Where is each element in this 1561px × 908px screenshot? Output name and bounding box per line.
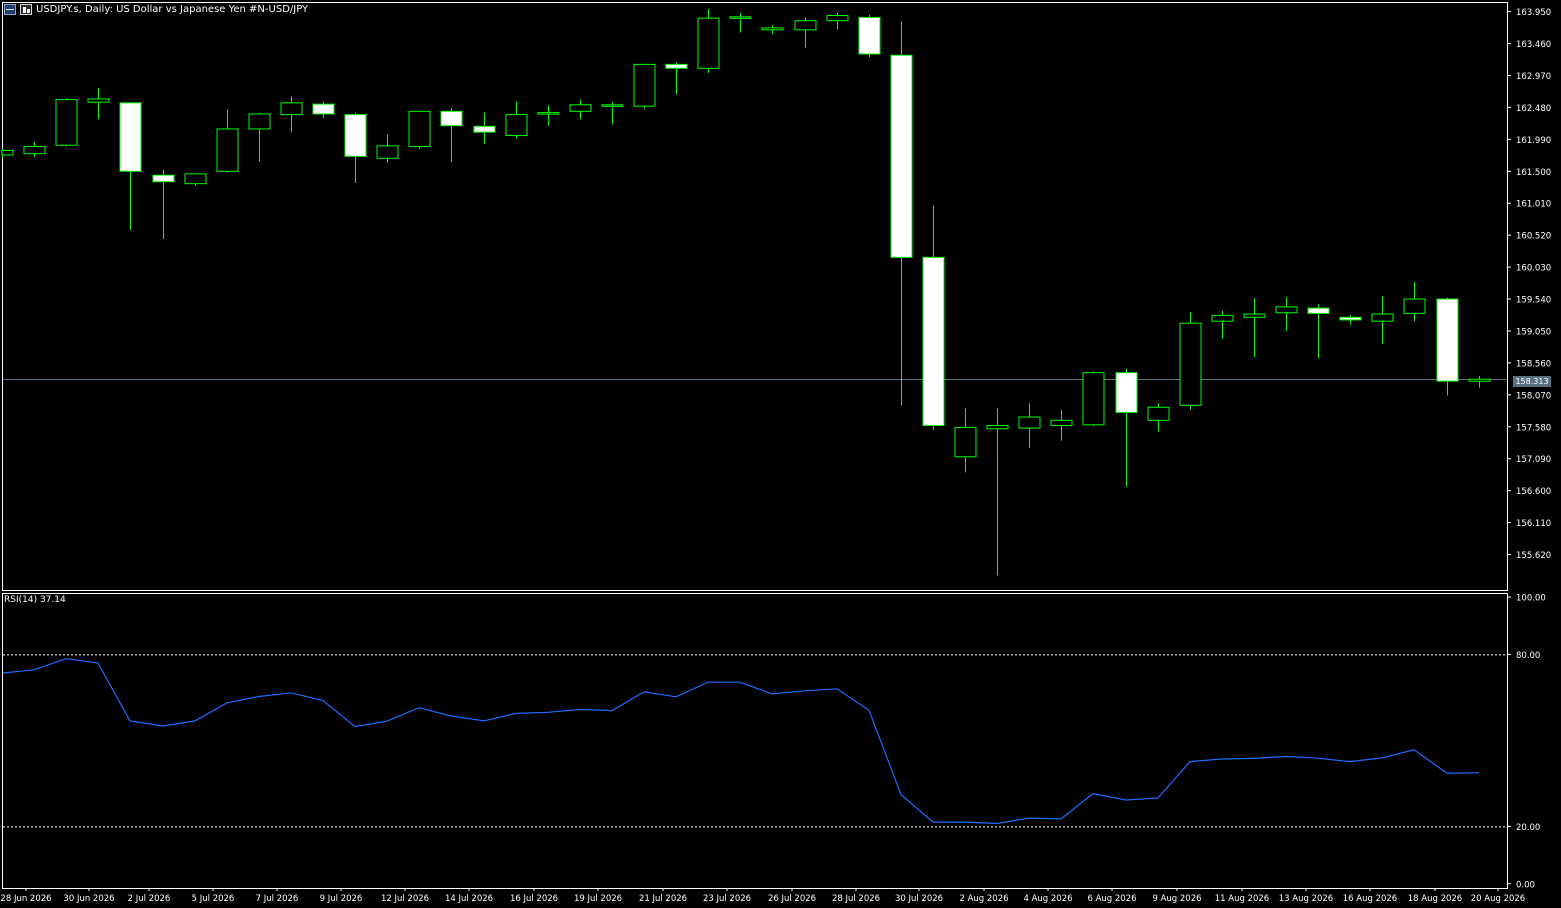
bullish-candle: [1179, 322, 1202, 406]
bullish-candle: [248, 113, 271, 130]
price-tick-label: 156.600: [1516, 487, 1551, 497]
bullish-candle: [1211, 314, 1234, 322]
bullish-candle: [826, 15, 849, 22]
bullish-candle: [408, 110, 431, 148]
date-tick-label: 14 Jul 2026: [445, 894, 493, 904]
bullish-candle: [184, 173, 207, 185]
date-tick-label: 2 Aug 2026: [959, 894, 1008, 904]
bullish-candle: [537, 112, 560, 115]
bullish-candle: [376, 145, 399, 159]
date-tick-label: 9 Jul 2026: [320, 894, 363, 904]
date-tick-label: 13 Aug 2026: [1279, 894, 1333, 904]
price-tick-label: 160.520: [1516, 232, 1551, 242]
bullish-candle: [55, 99, 78, 146]
bullish-candle: [280, 102, 303, 116]
bullish-candle: [794, 20, 817, 31]
date-tick-label: 12 Jul 2026: [381, 894, 429, 904]
bullish-candle: [729, 16, 752, 19]
date-tick-label: 6 Aug 2026: [1087, 894, 1136, 904]
price-tick-label: 157.090: [1516, 455, 1551, 465]
date-tick-label: 28 Jun 2026: [0, 894, 51, 904]
price-tick-label: 161.500: [1516, 168, 1551, 178]
bullish-candle: [1468, 378, 1491, 382]
date-tick-label: 2 Jul 2026: [128, 894, 171, 904]
rsi-label: RSI(14) 37.14: [4, 595, 66, 605]
price-tick-label: 161.010: [1516, 200, 1551, 210]
date-tick-label: 23 Jul 2026: [703, 894, 751, 904]
bullish-candle: [505, 114, 528, 136]
bullish-candle: [1371, 313, 1394, 322]
bullish-candle: [216, 128, 239, 172]
bearish-candle: [1339, 316, 1362, 321]
bullish-candle: [954, 426, 977, 458]
date-tick-label: 16 Jul 2026: [510, 894, 558, 904]
date-tick-label: 19 Jul 2026: [574, 894, 622, 904]
bearish-candle: [312, 103, 335, 115]
bearish-candle: [858, 16, 881, 55]
bullish-candle: [986, 424, 1009, 430]
bullish-candle: [601, 104, 624, 107]
price-chart[interactable]: 163.950 163.460 162.970 162.480 161.990 161.5…: [0, 0, 1561, 908]
price-tick-label: 160.030: [1516, 264, 1551, 274]
bearish-candle: [922, 256, 945, 426]
date-tick-label: 5 Jul 2026: [192, 894, 235, 904]
bullish-candle: [569, 104, 592, 112]
date-tick-label: 7 Jul 2026: [256, 894, 299, 904]
bullish-candle: [1082, 372, 1105, 426]
date-tick-label: 30 Jul 2026: [895, 894, 943, 904]
price-tick-label: 156.110: [1516, 519, 1551, 529]
price-tick-label: 157.580: [1516, 423, 1551, 433]
date-tick-label: 30 Jun 2026: [63, 894, 114, 904]
bullish-candle: [23, 146, 46, 155]
bullish-candle: [1275, 306, 1298, 314]
price-tick-label: 159.050: [1516, 327, 1551, 337]
bearish-candle: [1307, 307, 1330, 314]
price-tick-label: 161.990: [1516, 136, 1551, 146]
bearish-candle: [1115, 372, 1138, 413]
bearish-candle: [440, 110, 463, 127]
date-tick-label: 28 Jul 2026: [832, 894, 880, 904]
bullish-candle: [697, 17, 720, 69]
main-pane-frame: [2, 2, 1508, 591]
bullish-candle: [1018, 416, 1041, 429]
current-price-tag: 158.313: [1513, 376, 1551, 387]
price-tick-label: 155.620: [1516, 551, 1551, 561]
bullish-candle: [633, 63, 656, 107]
date-tick-label: 11 Aug 2026: [1215, 894, 1269, 904]
bearish-candle: [473, 125, 496, 133]
bullish-candle: [1403, 298, 1426, 314]
bullish-candle: [1147, 406, 1170, 421]
price-tick-label: 159.540: [1516, 296, 1551, 306]
rsi-tick-label: 100.00: [1516, 594, 1546, 604]
rsi-line: [2, 658, 1480, 825]
date-tick-label: 18 Aug 2026: [1408, 894, 1462, 904]
bearish-candle: [344, 114, 367, 157]
date-tick-label: 21 Jul 2026: [639, 894, 687, 904]
bearish-candle: [152, 174, 175, 183]
rsi-pane-frame: [2, 593, 1508, 889]
bullish-candle: [1243, 313, 1266, 318]
date-tick-label: 4 Aug 2026: [1023, 894, 1072, 904]
price-tick-label: 158.070: [1516, 391, 1551, 401]
rsi-tick-label: 20.00: [1516, 823, 1540, 833]
date-tick-label: 9 Aug 2026: [1152, 894, 1201, 904]
date-tick-label: 20 Aug 2026: [1471, 894, 1525, 904]
bearish-candle: [890, 54, 913, 258]
bullish-candle: [1050, 419, 1073, 426]
price-tick-label: 163.460: [1516, 40, 1551, 50]
bearish-candle: [119, 102, 142, 172]
rsi-tick-label: 0.00: [1516, 880, 1535, 890]
bearish-candle: [1436, 298, 1459, 382]
bullish-candle: [87, 98, 110, 103]
price-tick-label: 162.970: [1516, 72, 1551, 82]
rsi-tick-label: 80.00: [1516, 651, 1540, 661]
bullish-candle: [1, 149, 14, 156]
price-tick-label: 163.950: [1516, 8, 1551, 18]
price-tick-label: 162.480: [1516, 104, 1551, 114]
bullish-candle: [761, 27, 784, 31]
price-tick-label: 158.560: [1516, 359, 1551, 369]
date-tick-label: 16 Aug 2026: [1343, 894, 1397, 904]
date-tick-label: 26 Jul 2026: [768, 894, 816, 904]
bearish-candle: [665, 63, 688, 69]
